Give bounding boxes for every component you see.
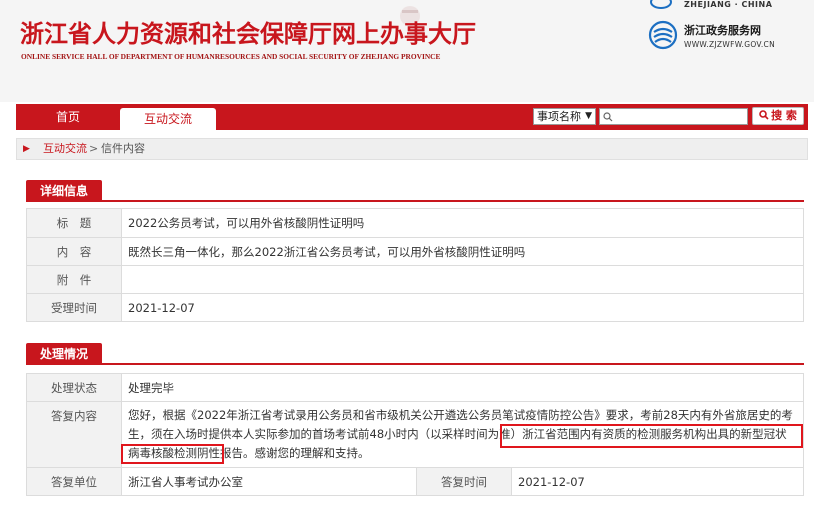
row-value-title: 2022公务员考试，可以用外省核酸阴性证明吗: [121, 208, 804, 238]
table-row: 内 容 既然长三角一体化，那么2022浙江省公务员考试，可以用外省核酸阴性证明吗: [26, 237, 804, 266]
row-label: 受理时间: [26, 293, 122, 322]
detail-table: 标 题 2022公务员考试，可以用外省核酸阴性证明吗 内 容 既然长三角一体化，…: [26, 208, 804, 322]
zjzwfw-url[interactable]: WWW.ZJZWFW.GOV.CN: [684, 40, 775, 49]
breadcrumb-arrow-icon: ▶: [23, 144, 30, 154]
handling-section-title: 处理情况: [26, 343, 102, 365]
row-value-unit: 浙江省人事考试办公室: [121, 467, 417, 496]
breadcrumb-link-interaction[interactable]: 互动交流: [43, 139, 87, 159]
search-button-label: 搜 索: [771, 109, 797, 122]
chevron-down-icon: ▼: [585, 111, 592, 121]
highlight-box-bottom: [121, 444, 224, 464]
row-value-content: 既然长三角一体化，那么2022浙江省公务员考试，可以用外省核酸阴性证明吗: [121, 237, 804, 266]
table-row: 答复单位 浙江省人事考试办公室 答复时间 2021-12-07: [26, 467, 804, 496]
row-value-reply-time: 2021-12-07: [511, 467, 804, 496]
zjzwfw-name[interactable]: 浙江政务服务网: [684, 22, 761, 38]
table-row: 标 题 2022公务员考试，可以用外省核酸阴性证明吗: [26, 208, 804, 238]
breadcrumb: ▶ 互动交流 > 信件内容: [16, 138, 808, 160]
breadcrumb-current: 信件内容: [101, 142, 145, 155]
row-value-status: 处理完毕: [121, 373, 804, 402]
nav-home[interactable]: 首页: [38, 104, 98, 130]
site-header: 浙江省人力资源和社会保障厅网上办事大厅 ONLINE SERVICE HALL …: [0, 0, 814, 102]
row-label: 答复时间: [416, 467, 512, 496]
handling-section-header: 处理情况: [26, 343, 804, 365]
table-row: 附 件: [26, 265, 804, 294]
search-button[interactable]: 搜 索: [752, 107, 804, 125]
row-label: 答复单位: [26, 467, 122, 496]
reply-text-part2: 感谢您的理解和支持。: [254, 446, 370, 460]
breadcrumb-separator: >: [89, 142, 99, 155]
detail-section-title: 详细信息: [26, 180, 102, 202]
zhejiang-logo-icon: [650, 0, 672, 9]
nav-interaction[interactable]: 互动交流: [120, 108, 216, 134]
table-row: 受理时间 2021-12-07: [26, 293, 804, 322]
row-label: 答复内容: [26, 401, 122, 468]
row-label: 处理状态: [26, 373, 122, 402]
search-button-icon: [759, 110, 769, 120]
main-nav: 首页 互动交流 事项名称 ▼ 搜 索: [16, 104, 808, 134]
site-title: 浙江省人力资源和社会保障厅网上办事大厅: [20, 19, 476, 48]
table-row: 处理状态 处理完毕: [26, 373, 804, 402]
search-input[interactable]: [599, 108, 748, 125]
site-subtitle: ONLINE SERVICE HALL OF DEPARTMENT OF HUM…: [21, 52, 441, 61]
search-category-value: 事项名称: [537, 110, 581, 123]
search-category-select[interactable]: 事项名称 ▼: [533, 108, 596, 125]
detail-section-header: 详细信息: [26, 180, 804, 202]
search-icon: [603, 112, 613, 122]
row-value-accept-time: 2021-12-07: [121, 293, 804, 322]
row-label: 标 题: [26, 208, 122, 238]
zhejiang-china-text: ZHEJIANG · CHINA: [684, 0, 773, 9]
row-label: 内 容: [26, 237, 122, 266]
highlight-box-top: [500, 424, 803, 448]
row-label: 附 件: [26, 265, 122, 294]
row-value-attachment: [121, 265, 804, 294]
zjzwfw-logo-icon[interactable]: [648, 20, 678, 50]
